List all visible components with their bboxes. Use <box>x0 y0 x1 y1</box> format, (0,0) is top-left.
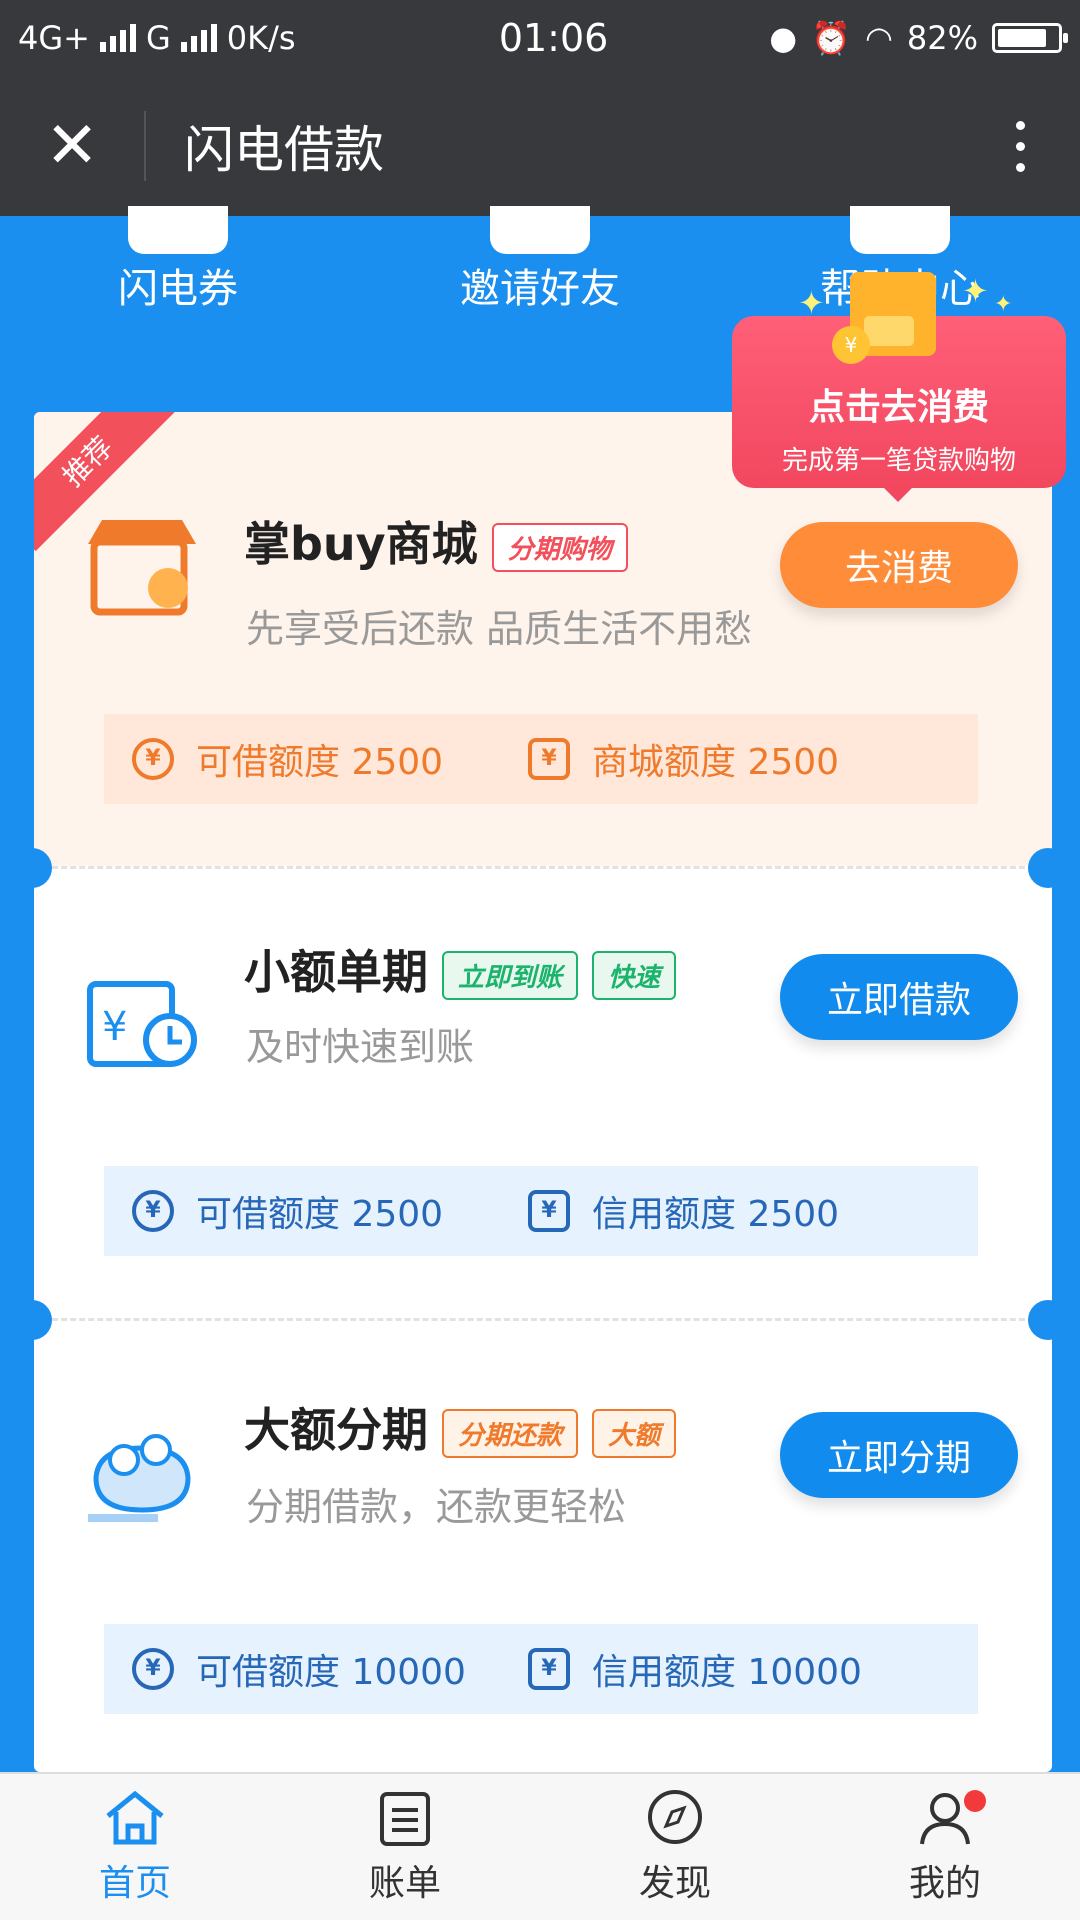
network-status: 4G+ G 0K/s <box>18 19 418 57</box>
product-tag: 分期购物 <box>491 523 628 572</box>
borrow-now-button[interactable]: 立即借款 <box>780 954 1018 1040</box>
calendar-clock-icon: ¥ <box>87 981 197 1067</box>
signal-strength-icon-2 <box>180 24 217 52</box>
tab-label: 首页 <box>98 1863 171 1904</box>
network-speed: 0K/s <box>226 19 296 57</box>
location-icon: ● <box>769 19 798 57</box>
installment-now-button[interactable]: 立即分期 <box>780 1412 1018 1498</box>
card-notch-left <box>12 1300 52 1340</box>
tab-discover[interactable]: 发现 <box>540 1774 810 1920</box>
quota-label: 信用额度 10000 <box>592 1652 862 1693</box>
product-tag: 快速 <box>592 951 677 1000</box>
product-title: 掌buy商城 分期购物 <box>244 508 628 574</box>
nav-bar: ✕ 闪电借款 <box>0 76 1080 216</box>
quota-label: 可借额度 2500 <box>196 1194 444 1235</box>
quota-label: 可借额度 10000 <box>196 1652 466 1693</box>
money-bag-icon <box>88 1434 191 1522</box>
network-type-4g: 4G+ <box>18 19 90 57</box>
quota-item: ¥ 可借额度 2500 <box>132 1185 528 1237</box>
network-type-g: G <box>145 19 171 57</box>
tab-label: 我的 <box>908 1863 981 1904</box>
product-title-text: 大额分期 <box>244 1403 428 1457</box>
home-icon <box>106 1790 164 1845</box>
wallet-icon: ¥ <box>528 1190 570 1232</box>
alarm-icon: ⏰ <box>811 19 851 57</box>
sparkle-icon: ✦ <box>798 284 825 322</box>
quota-label: 商城额度 2500 <box>592 742 840 783</box>
tab-label: 账单 <box>368 1863 441 1904</box>
go-shopping-button[interactable]: 去消费 <box>780 522 1018 608</box>
promo-title: 点击去消费 <box>808 387 989 428</box>
quick-link-label: 邀请好友 <box>460 266 620 312</box>
product-list: 推荐 掌buy商城 分期购物 先享受后还款 品质生活不用愁 去消费 ¥ 可借额度 … <box>34 412 1052 1772</box>
system-icons: ● ⏰ ◠ 82% <box>769 19 1068 57</box>
more-menu-button[interactable] <box>960 76 1080 216</box>
close-icon: ✕ <box>45 109 99 183</box>
quick-link-label: 闪电券 <box>118 266 238 312</box>
quota-item: ¥ 可借额度 10000 <box>132 1643 528 1695</box>
shop-icon <box>88 520 196 616</box>
battery-icon <box>992 23 1068 53</box>
yen-circle-icon: ¥ <box>132 1648 174 1690</box>
tab-label: 发现 <box>638 1863 711 1904</box>
quota-bar: ¥ 可借额度 10000 ¥ 信用额度 10000 <box>104 1624 978 1714</box>
quick-link-coupon[interactable]: 闪电券 <box>48 206 308 314</box>
tab-bar: 首页 账单 发现 我的 <box>0 1772 1080 1920</box>
invite-icon <box>490 206 590 254</box>
product-title: 大额分期 分期还款 大额 <box>244 1394 677 1460</box>
battery-percent: 82% <box>906 19 978 57</box>
quick-link-invite[interactable]: 邀请好友 <box>410 206 670 314</box>
product-tag: 大额 <box>592 1409 677 1458</box>
page-title: 闪电借款 <box>184 121 384 179</box>
quota-label: 可借额度 2500 <box>196 742 444 783</box>
quota-label: 信用额度 2500 <box>592 1194 840 1235</box>
bill-icon <box>380 1792 430 1846</box>
help-icon <box>850 206 950 254</box>
coin-icon: ¥ <box>832 326 870 364</box>
product-title-text: 小额单期 <box>244 945 428 999</box>
card-notch-right <box>1028 848 1068 888</box>
quota-bar: ¥ 可借额度 2500 ¥ 信用额度 2500 <box>104 1166 978 1256</box>
quota-item: ¥ 可借额度 2500 <box>132 733 528 785</box>
close-button[interactable]: ✕ <box>0 76 144 216</box>
product-title: 小额单期 立即到账 快速 <box>244 936 677 1002</box>
card-notch-left <box>12 848 52 888</box>
quota-bar: ¥ 可借额度 2500 ¥ 商城额度 2500 <box>104 714 978 804</box>
sparkle-icon: ✦ <box>994 292 1013 317</box>
product-tag: 立即到账 <box>442 951 579 1000</box>
status-bar: 4G+ G 0K/s 01:06 ● ⏰ ◠ 82% <box>0 0 1080 76</box>
product-card-large-installment: 大额分期 分期还款 大额 分期借款，还款更轻松 立即分期 ¥ 可借额度 10000 … <box>34 1318 1052 1772</box>
quota-item: ¥ 信用额度 10000 <box>528 1643 862 1695</box>
compass-icon <box>648 1790 702 1844</box>
product-title-text: 掌buy商城 <box>244 517 478 571</box>
tab-bill[interactable]: 账单 <box>270 1774 540 1920</box>
tab-mine[interactable]: 我的 <box>810 1774 1080 1920</box>
product-tag: 分期还款 <box>442 1409 579 1458</box>
product-subtitle: 先享受后还款 品质生活不用愁 <box>246 607 753 651</box>
promo-subtitle: 完成第一笔贷款购物 <box>781 446 1016 476</box>
yen-circle-icon: ¥ <box>132 1190 174 1232</box>
wallet-icon: ¥ <box>528 738 570 780</box>
product-subtitle: 及时快速到账 <box>246 1025 475 1069</box>
quota-item: ¥ 商城额度 2500 <box>528 733 839 785</box>
wallet-icon: ¥ <box>528 1648 570 1690</box>
clock: 01:06 <box>498 16 609 60</box>
wifi-icon: ◠ <box>864 19 893 57</box>
yen-circle-icon: ¥ <box>132 738 174 780</box>
sparkle-icon: ✦ <box>962 272 989 310</box>
signal-strength-icon <box>99 24 136 52</box>
quota-item: ¥ 信用额度 2500 <box>528 1185 839 1237</box>
card-notch-right <box>1028 1300 1068 1340</box>
coupon-icon <box>128 206 228 254</box>
product-subtitle: 分期借款，还款更轻松 <box>246 1485 627 1529</box>
notification-badge <box>964 1790 986 1812</box>
svg-text:¥: ¥ <box>102 1004 127 1050</box>
product-card-small-loan: ¥ 小额单期 立即到账 快速 及时快速到账 立即借款 ¥ 可借额度 2500 ¥ 信… <box>34 866 1052 1318</box>
tab-home[interactable]: 首页 <box>0 1774 270 1920</box>
